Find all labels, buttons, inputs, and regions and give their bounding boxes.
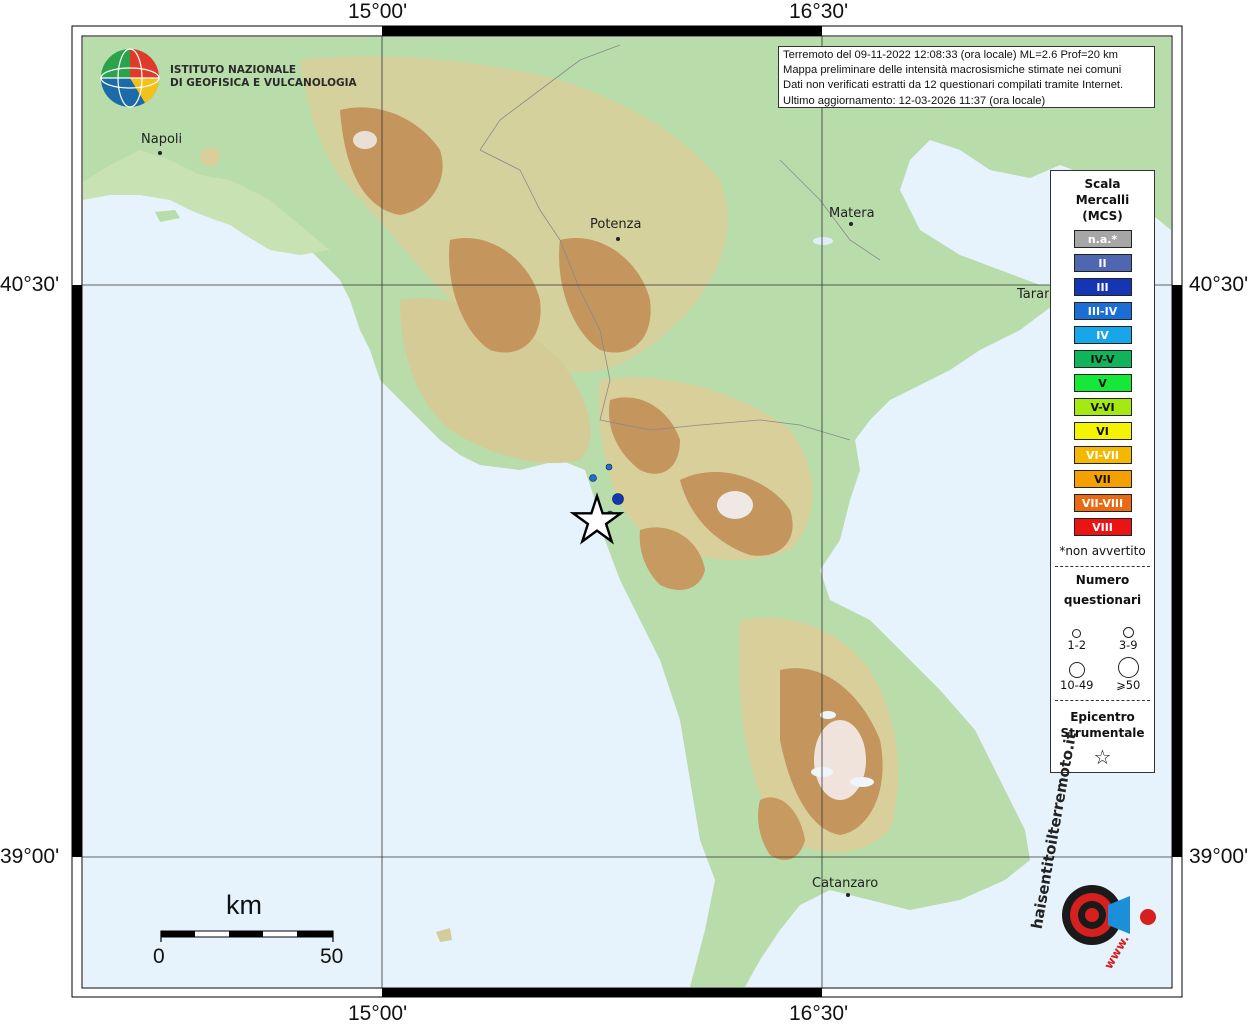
mcs-scale-item: V — [1073, 374, 1132, 392]
questionari-circle-icon — [1122, 627, 1134, 638]
questionari-size-grid: 1-2 3-9 10-49 ⩾50 — [1051, 616, 1154, 692]
city-marker-matera — [849, 222, 853, 226]
mcs-scale-item: III-IV — [1073, 302, 1132, 320]
coord-left-39-00: 39°00' — [0, 845, 60, 868]
frame-bar-top — [382, 26, 822, 36]
scale-end: 50 — [320, 945, 344, 968]
mcs-scale-list: n.a.* II III III-IV IV IV-V V V-VI VI VI-VII VII VI… — [1051, 230, 1154, 536]
city-label-matera: Matera — [829, 206, 875, 221]
questionari-size-label: 10-49 — [1060, 678, 1094, 692]
mcs-scale-item: II — [1073, 254, 1132, 272]
ingv-logo-line2: DI GEOFISICA E VULCANOLOGIA — [170, 77, 357, 89]
event-info-line: Dati non verificati estratti da 12 quest… — [783, 79, 1124, 92]
lake-4 — [813, 237, 833, 245]
legend-title: Scala Mercalli (MCS) — [1051, 176, 1154, 224]
city-label-taranto: Taranto — [1017, 287, 1049, 302]
intensity-point — [589, 474, 597, 482]
mcs-scale-item: VI-VII — [1073, 446, 1132, 464]
legend-divider — [1055, 566, 1150, 567]
mcs-scale-item: n.a.* — [1073, 230, 1132, 248]
epicentro-title-line: Epicentro — [1070, 710, 1135, 724]
event-info-line: Mappa preliminare delle intensità macros… — [783, 64, 1122, 77]
frame-bar-left — [72, 285, 82, 857]
frame-bar-right — [1172, 285, 1182, 857]
city-label-catanzaro: Catanzaro — [812, 876, 879, 891]
intensity-point — [605, 463, 613, 471]
ingv-logo-line1: ISTITUTO NAZIONALE — [170, 64, 297, 76]
legend-title-line: (MCS) — [1082, 209, 1123, 223]
city-label-potenza: Potenza — [590, 217, 642, 232]
legend-divider — [1055, 700, 1150, 701]
questionari-size-3-9: 3-9 — [1103, 616, 1155, 652]
scale-unit: km — [226, 890, 262, 920]
event-info-line: Ultimo aggiornamento: 12-03-2026 11:37 (… — [783, 94, 1046, 107]
lake-3 — [850, 777, 874, 787]
legend-title-line: Mercalli — [1075, 193, 1130, 207]
lake-1 — [820, 711, 836, 719]
coord-bottom-15-00: 15°00' — [348, 1002, 408, 1025]
mcs-scale-item: VII-VIII — [1073, 494, 1132, 512]
intensity-point — [612, 493, 624, 505]
event-info-line: Terremoto del 09-11-2022 12:08:33 (ora l… — [783, 49, 1118, 61]
mcs-scale-item: V-VI — [1073, 398, 1132, 416]
questionari-circle-icon — [1117, 657, 1139, 678]
coord-bottom-16-30: 16°30' — [789, 1002, 849, 1025]
coord-left-40-30: 40°30' — [0, 273, 60, 296]
peak-1 — [717, 491, 753, 519]
mcs-scale-item: IV — [1073, 326, 1132, 344]
city-label-napoli: Napoli — [141, 132, 183, 147]
ingv-logo-text: ISTITUTO NAZIONALE DI GEOFISICA E VULCAN… — [170, 64, 357, 90]
coord-right-39-00: 39°00' — [1189, 845, 1249, 868]
mcs-scale-item: VIII — [1073, 518, 1132, 536]
questionari-size-50: ⩾50 — [1103, 652, 1155, 692]
questionari-circle-icon — [1072, 629, 1082, 638]
questionari-circle-icon — [1068, 662, 1085, 678]
legend-note: *non avvertito — [1059, 544, 1146, 558]
mcs-scale-item: III — [1073, 278, 1132, 296]
mcs-scale-item: VI — [1073, 422, 1132, 440]
questionari-size-label: ⩾50 — [1116, 678, 1141, 692]
coord-top-16-30: 16°30' — [789, 0, 849, 23]
questionari-size-10-49: 10-49 — [1051, 652, 1103, 692]
questionari-size-label: 1-2 — [1067, 638, 1087, 652]
questionari-title: Numero questionari — [1051, 570, 1154, 610]
event-info-box: Terremoto del 09-11-2022 12:08:33 (ora l… — [778, 46, 1155, 108]
frame-bar-bottom — [382, 988, 822, 997]
mcs-scale-item: IV-V — [1073, 350, 1132, 368]
questionari-size-1-2: 1-2 — [1051, 616, 1103, 652]
city-marker-catanzaro — [846, 893, 850, 897]
vesuvio — [200, 147, 220, 167]
mcs-scale-item: VII — [1073, 470, 1132, 488]
scale-start: 0 — [153, 945, 165, 968]
coord-right-40-30: 40°30' — [1189, 273, 1249, 296]
city-marker-potenza — [616, 237, 620, 241]
peak-3 — [353, 131, 377, 149]
questionari-size-label: 3-9 — [1118, 638, 1138, 652]
legend-panel: Scala Mercalli (MCS) n.a.* II III III-IV IV I… — [1050, 170, 1155, 773]
legend-title-line: Scala — [1084, 177, 1121, 191]
city-marker-napoli — [158, 151, 162, 155]
questionari-title-line: Numero — [1075, 573, 1130, 587]
coord-top-15-00: 15°00' — [348, 0, 408, 23]
questionari-title-line: questionari — [1063, 593, 1142, 607]
ingv-globe-icon — [100, 48, 160, 108]
map-area — [83, 37, 1171, 987]
